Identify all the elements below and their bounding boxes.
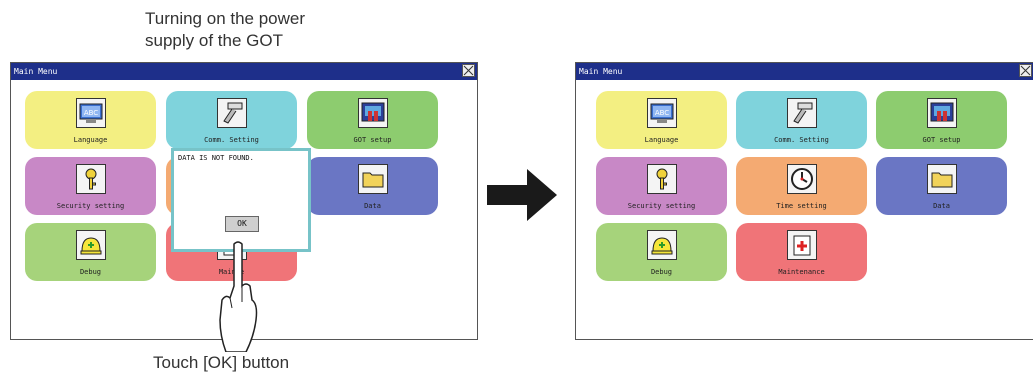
tile-language[interactable]: ABC Language	[596, 91, 727, 149]
arrow-right-icon	[487, 169, 557, 221]
got-monitor-icon	[926, 98, 957, 128]
right-titlebar: Main Menu	[576, 63, 1033, 80]
comm-connector-icon	[786, 98, 817, 128]
clock-icon	[786, 164, 817, 194]
tile-comm-setting[interactable]: Comm. Setting	[166, 91, 297, 149]
tile-label: Debug	[650, 268, 673, 276]
caption-top-line2: supply of the GOT	[145, 31, 283, 50]
tile-label: Language	[644, 136, 679, 144]
maintenance-icon	[786, 230, 817, 260]
left-title: Main Menu	[14, 67, 58, 76]
tile-security-setting[interactable]: Security setting	[25, 157, 156, 215]
caption-bottom: Touch [OK] button	[153, 353, 290, 372]
tile-language[interactable]: ABC Language	[25, 91, 156, 149]
error-dialog: DATA IS NOT FOUND. OK	[171, 148, 311, 252]
tile-debug[interactable]: Debug	[25, 223, 156, 281]
tile-label: Security setting	[627, 202, 696, 210]
comm-connector-icon	[216, 98, 247, 128]
tile-label: GOT setup	[353, 136, 392, 144]
svg-text:ABC: ABC	[654, 109, 668, 117]
folder-icon	[926, 164, 957, 194]
pointing-hand-icon	[219, 241, 258, 352]
ok-button[interactable]: OK	[225, 216, 259, 232]
debug-helmet-icon	[646, 230, 677, 260]
tile-security-setting[interactable]: Security setting	[596, 157, 727, 215]
tile-label: GOT setup	[922, 136, 961, 144]
caption-top: Turning on the power supply of the GOT	[145, 8, 305, 52]
tile-debug[interactable]: Debug	[596, 223, 727, 281]
tile-label: Language	[73, 136, 108, 144]
language-abc-icon: ABC	[646, 98, 677, 128]
close-icon	[1020, 65, 1031, 76]
tile-data[interactable]: Data	[876, 157, 1007, 215]
tile-label: Comm. Setting	[204, 136, 259, 144]
tile-time-setting[interactable]: Time setting	[736, 157, 867, 215]
tile-label: Time setting	[776, 202, 827, 210]
tile-label: Data	[933, 202, 950, 210]
close-button[interactable]	[462, 64, 475, 77]
right-screen: Main Menu ABC Language Comm. Setting GOT…	[575, 62, 1033, 340]
debug-helmet-icon	[75, 230, 106, 260]
tile-comm-setting[interactable]: Comm. Setting	[736, 91, 867, 149]
tile-got-setup[interactable]: GOT setup	[876, 91, 1007, 149]
svg-text:ABC: ABC	[83, 109, 97, 117]
tile-label: Security setting	[56, 202, 125, 210]
left-titlebar: Main Menu	[11, 63, 477, 80]
close-button[interactable]	[1019, 64, 1032, 77]
language-abc-icon: ABC	[75, 98, 106, 128]
folder-icon	[357, 164, 388, 194]
dialog-message: DATA IS NOT FOUND.	[178, 154, 254, 162]
right-title: Main Menu	[579, 67, 623, 76]
tile-label: Comm. Setting	[774, 136, 829, 144]
close-icon	[463, 65, 474, 76]
tile-maintenance[interactable]: Maintenance	[736, 223, 867, 281]
tile-label: Debug	[79, 268, 102, 276]
key-icon	[646, 164, 677, 194]
key-icon	[75, 164, 106, 194]
caption-top-line1: Turning on the power	[145, 9, 306, 28]
tile-label: Maintenance	[778, 268, 825, 276]
tile-label: Data	[364, 202, 381, 210]
tile-got-setup[interactable]: GOT setup	[307, 91, 438, 149]
got-monitor-icon	[357, 98, 388, 128]
tile-data[interactable]: Data	[307, 157, 438, 215]
